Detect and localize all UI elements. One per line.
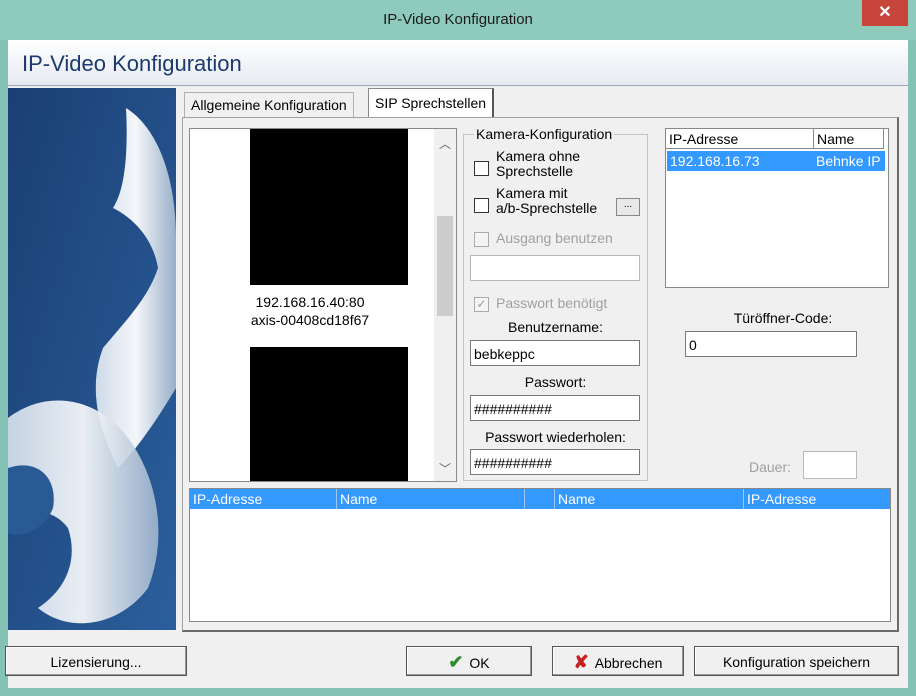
camera-thumbnail[interactable]	[250, 129, 408, 285]
sip-station-list[interactable]: IP-Adresse Name 192.168.16.73 Behnke IP	[665, 128, 889, 288]
password-repeat-label: Passwort wiederholen:	[485, 429, 626, 445]
sip-row-name[interactable]: Behnke IP	[813, 151, 885, 171]
camera-without-station-label-2: Sprechstelle	[496, 163, 574, 179]
check-icon: ✔	[448, 652, 464, 672]
tab-general-config[interactable]: Allgemeine Konfiguration	[184, 92, 354, 117]
username-field[interactable]: bebkeppc	[470, 340, 640, 366]
footer-bar: Lizensierung... ✔ OK ✘ Abbrechen Konfigura…	[5, 638, 908, 688]
camera-name-label: axis-00408cd18f67	[250, 312, 370, 328]
camera-config-group: Kamera-Konfiguration Kamera ohne Sprechs…	[463, 126, 648, 481]
close-button[interactable]: ✕	[862, 0, 908, 26]
bottom-header-name-1[interactable]: Name	[337, 489, 525, 509]
camera-with-ab-station-checkbox[interactable]	[474, 198, 489, 213]
cancel-button[interactable]: ✘ Abbrechen	[552, 646, 684, 676]
title-bar[interactable]: IP-Video Konfiguration ✕	[0, 0, 916, 40]
password-required-checkbox[interactable]: ✓	[474, 297, 489, 312]
camera-ip-label: 192.168.16.40:80	[255, 294, 365, 310]
output-field[interactable]	[470, 255, 640, 281]
password-required-label: Passwort benötigt	[496, 295, 608, 311]
licensing-button[interactable]: Lizensierung...	[5, 646, 187, 676]
password-label: Passwort:	[524, 374, 587, 390]
username-label: Benutzername:	[508, 319, 603, 335]
sip-row-ip[interactable]: 192.168.16.73	[667, 151, 813, 171]
save-config-button[interactable]: Konfiguration speichern	[694, 646, 899, 676]
password-repeat-field[interactable]: ##########	[470, 449, 640, 475]
bottom-header-name-2[interactable]: Name	[555, 489, 744, 509]
use-output-checkbox[interactable]	[474, 232, 489, 247]
bottom-header-spacer[interactable]	[525, 489, 555, 509]
camera-with-ab-station-label-1: Kamera mit	[496, 185, 568, 201]
ok-label: OK	[469, 655, 490, 671]
camera-without-station-checkbox[interactable]	[474, 161, 489, 176]
tab-sip-stations[interactable]: SIP Sprechstellen	[368, 88, 495, 118]
dialog-window: IP-Video Konfiguration ✕ IP-Video Konfig…	[0, 0, 916, 696]
camera-with-ab-station-label-2: a/b-Sprechstelle	[496, 200, 598, 216]
page-title: IP-Video Konfiguration	[22, 51, 242, 76]
cross-icon: ✘	[573, 652, 589, 672]
bottom-header-ip-2[interactable]: IP-Adresse	[744, 489, 890, 509]
duration-label: Dauer:	[749, 459, 792, 475]
camera-without-station-label-1: Kamera ohne	[496, 148, 581, 164]
tab-bar: Allgemeine Konfiguration SIP Sprechstell…	[176, 88, 908, 118]
scroll-thumb[interactable]	[437, 216, 453, 316]
camera-list-scrollbar[interactable]: ︿ ﹀	[434, 129, 456, 481]
use-output-label: Ausgang benutzen	[496, 230, 613, 246]
assignment-list[interactable]: IP-Adresse Name Name IP-Adresse	[189, 488, 891, 622]
camera-list[interactable]: 192.168.16.40:80 axis-00408cd18f67 ︿ ﹀	[189, 128, 457, 482]
bottom-header-ip-1[interactable]: IP-Adresse	[190, 489, 337, 509]
scroll-up-icon[interactable]: ︿	[434, 135, 456, 152]
window-title: IP-Video Konfiguration	[383, 11, 533, 28]
browse-button[interactable]: ...	[616, 198, 640, 216]
camera-thumbnail-2[interactable]	[250, 347, 408, 481]
camera-config-legend: Kamera-Konfiguration	[474, 126, 615, 142]
dialog-client-area: IP-Video Konfiguration Allgemeine Konfig…	[5, 40, 908, 688]
door-code-field[interactable]: 0	[685, 331, 857, 357]
sip-stations-panel: 192.168.16.40:80 axis-00408cd18f67 ︿ ﹀ K…	[182, 117, 899, 632]
duration-field[interactable]	[803, 451, 857, 479]
decorative-wrench-image	[8, 88, 176, 630]
header-band: IP-Video Konfiguration	[8, 40, 908, 86]
column-header-name[interactable]: Name	[814, 129, 884, 149]
cancel-label: Abbrechen	[594, 655, 663, 671]
password-field[interactable]: ##########	[470, 395, 640, 421]
scroll-down-icon[interactable]: ﹀	[434, 460, 456, 477]
door-code-label: Türöffner-Code:	[733, 310, 833, 326]
column-header-ip[interactable]: IP-Adresse	[666, 129, 814, 149]
ok-button[interactable]: ✔ OK	[406, 646, 532, 676]
